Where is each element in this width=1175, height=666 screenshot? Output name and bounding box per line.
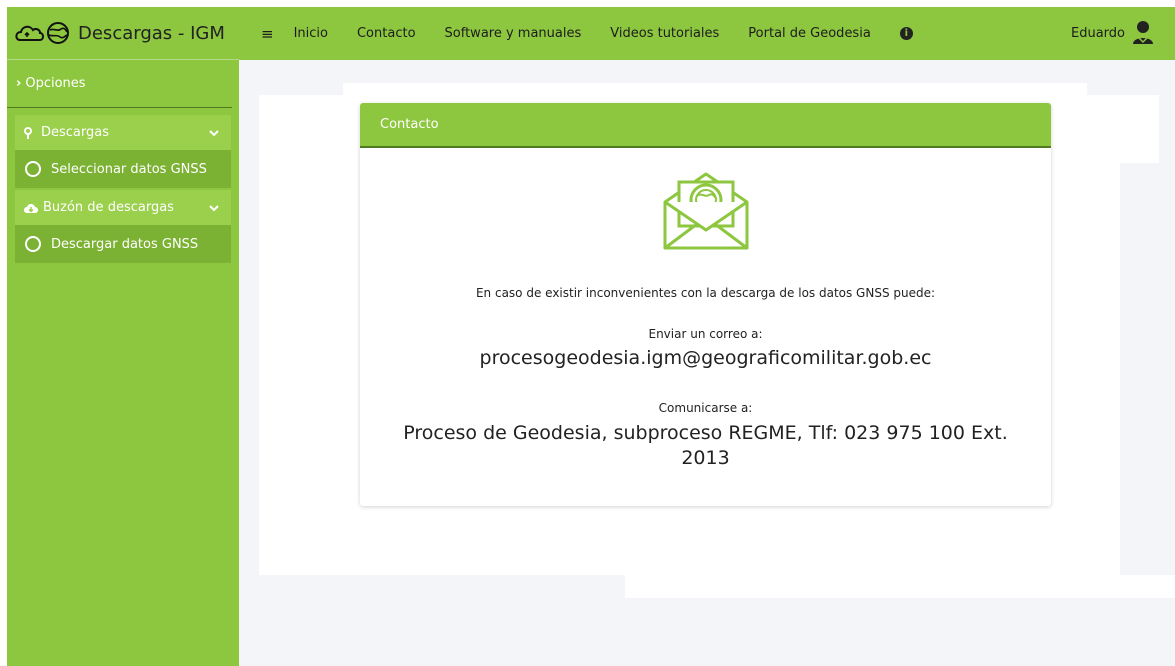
- phone-label: Comunicarse a:: [658, 401, 753, 415]
- circle-icon: [25, 236, 41, 252]
- sidebar-group-label: Buzón de descargas: [43, 200, 174, 215]
- phone-info: Proceso de Geodesia, subproceso REGME, T…: [403, 422, 1008, 469]
- user-name: Eduardo: [1071, 26, 1125, 41]
- content-panel-edge: [1087, 96, 1120, 585]
- opciones-label: Opciones: [25, 76, 86, 91]
- card-body: En caso de existir inconvenientes con la…: [360, 168, 1051, 471]
- content-panel-bottom: [625, 575, 1175, 598]
- top-navbar: ≡ Inicio Contacto Software y manuales Vi…: [239, 7, 1175, 60]
- content-panel-fragment: [1057, 95, 1159, 163]
- brand[interactable]: Descargas - IGM: [7, 7, 239, 60]
- chevron-right-icon: ›: [16, 76, 22, 91]
- nav-link-portal-de-geodesia[interactable]: Portal de Geodesia: [748, 26, 871, 41]
- contact-card: Contacto En caso de existir inconvenient…: [360, 103, 1051, 506]
- sidebar-group-buzon-de-descargas[interactable]: Buzón de descargas: [15, 190, 231, 225]
- nav-link-videos-tutoriales[interactable]: Videos tutoriales: [610, 26, 719, 41]
- nav-link-software-y-manuales[interactable]: Software y manuales: [445, 26, 582, 41]
- email-address: procesogeodesia.igm@geograficomilitar.go…: [479, 347, 932, 369]
- cloud-globe-logo-icon: [14, 20, 74, 46]
- sidebar: Descargas - IGM › Opciones Descargas Sel…: [7, 7, 239, 666]
- hamburger-icon[interactable]: ≡: [261, 25, 274, 43]
- chevron-down-icon: [209, 126, 219, 141]
- panel-gap: [259, 83, 343, 95]
- sidebar-item-descargar-datos-gnss[interactable]: Descargar datos GNSS: [15, 225, 231, 263]
- brand-title: Descargas - IGM: [78, 22, 225, 44]
- sidebar-item-label: Seleccionar datos GNSS: [51, 161, 207, 177]
- sidebar-item-label: Descargar datos GNSS: [51, 236, 199, 252]
- user-avatar-icon: [1131, 19, 1155, 49]
- pin-icon: [23, 126, 33, 140]
- sidebar-item-seleccionar-datos-gnss[interactable]: Seleccionar datos GNSS: [15, 150, 231, 188]
- nav-link-inicio[interactable]: Inicio: [294, 26, 328, 41]
- card-header: Contacto: [360, 103, 1051, 148]
- cloud-download-icon: [23, 202, 39, 214]
- card-title: Contacto: [380, 117, 439, 132]
- opciones-toggle[interactable]: › Opciones: [7, 60, 232, 108]
- sidebar-group-label: Descargas: [41, 125, 110, 140]
- sidebar-group-descargas[interactable]: Descargas: [15, 115, 231, 150]
- user-menu[interactable]: Eduardo: [1071, 19, 1161, 49]
- nav-link-contacto[interactable]: Contacto: [357, 26, 416, 41]
- email-label: Enviar un correo a:: [648, 327, 763, 341]
- envelope-globe-icon: [360, 168, 1051, 252]
- circle-icon: [25, 161, 41, 177]
- chevron-down-icon: [209, 201, 219, 216]
- contact-intro-text: En caso de existir inconvenientes con la…: [475, 286, 936, 300]
- info-icon[interactable]: i: [899, 27, 913, 40]
